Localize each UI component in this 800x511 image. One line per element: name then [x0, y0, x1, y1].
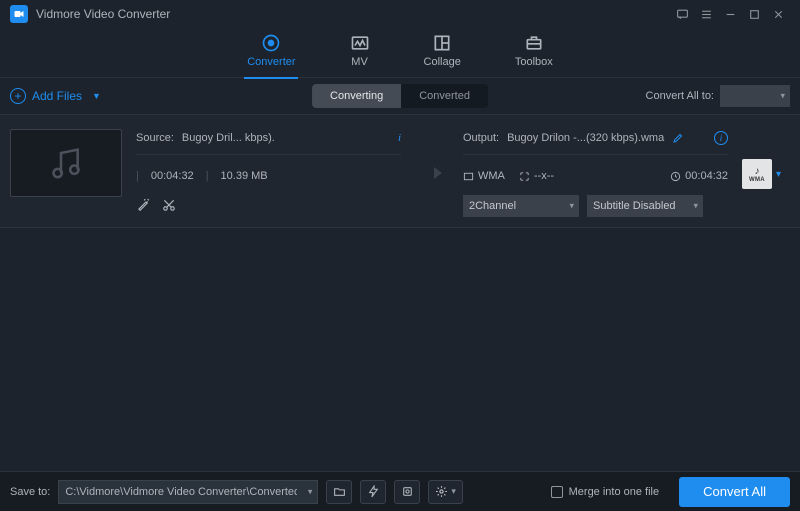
- lightning-off-icon[interactable]: [360, 480, 386, 504]
- source-label: Source:: [136, 132, 174, 144]
- mv-icon: [350, 33, 370, 53]
- nav-converter[interactable]: Converter: [247, 33, 295, 72]
- format-ext: WMA: [749, 177, 765, 183]
- rename-icon[interactable]: [672, 132, 684, 144]
- settings-dropdown[interactable]: ▾: [428, 480, 463, 504]
- gpu-off-icon[interactable]: [394, 480, 420, 504]
- merge-label: Merge into one file: [569, 486, 660, 498]
- source-size: 10.39 MB: [221, 170, 268, 182]
- nav-mv[interactable]: MV: [350, 33, 370, 72]
- open-folder-icon[interactable]: [326, 480, 352, 504]
- checkbox-icon: [551, 486, 563, 498]
- close-icon[interactable]: [766, 2, 790, 26]
- top-nav: Converter MV Collage Toolbox: [0, 28, 800, 78]
- output-resolution: --x--: [519, 170, 554, 182]
- arrow-icon: [415, 129, 449, 185]
- file-row: Source: Bugoy Dril... kbps). i | 00:04:3…: [0, 114, 800, 228]
- source-duration: 00:04:32: [151, 170, 194, 182]
- convert-all-to-select[interactable]: [720, 85, 790, 107]
- tab-converting[interactable]: Converting: [312, 84, 401, 108]
- format-chevron-icon[interactable]: ▾: [776, 169, 781, 180]
- convert-all-button[interactable]: Convert All: [679, 477, 790, 507]
- music-note-icon: [46, 143, 86, 183]
- toolbar: + Add Files ▼ Converting Converted Conve…: [0, 78, 800, 114]
- chevron-down-icon: ▼: [92, 91, 101, 101]
- title-bar: Vidmore Video Converter: [0, 0, 800, 28]
- plus-icon: +: [10, 88, 26, 104]
- cut-icon[interactable]: [162, 198, 176, 212]
- save-path-input[interactable]: [58, 480, 318, 504]
- add-files-label: Add Files: [32, 89, 82, 103]
- channel-select[interactable]: 2Channel: [463, 195, 579, 217]
- file-thumbnail[interactable]: [10, 129, 122, 197]
- divider: [136, 154, 401, 155]
- output-format-badge[interactable]: ♪ WMA: [742, 159, 772, 189]
- source-info-icon[interactable]: i: [398, 132, 401, 144]
- convert-all-to: Convert All to:: [646, 85, 790, 107]
- output-info-icon[interactable]: i: [714, 131, 728, 145]
- source-filename: Bugoy Dril... kbps).: [182, 132, 275, 144]
- enhance-icon[interactable]: [136, 198, 150, 212]
- source-meta: | 00:04:32 | 10.39 MB: [136, 165, 401, 187]
- output-filename: Bugoy Drilon -...(320 kbps).wma: [507, 132, 664, 144]
- source-panel: Source: Bugoy Dril... kbps). i | 00:04:3…: [136, 129, 401, 215]
- maximize-icon[interactable]: [742, 2, 766, 26]
- bottom-bar: Save to: ▾ Merge into one file Convert A…: [0, 471, 800, 511]
- app-title: Vidmore Video Converter: [36, 7, 170, 21]
- nav-toolbox[interactable]: Toolbox: [515, 33, 553, 72]
- nav-collage[interactable]: Collage: [424, 33, 461, 72]
- save-to-label: Save to:: [10, 486, 50, 498]
- app-logo-icon: [10, 5, 28, 23]
- chevron-down-icon: ▾: [451, 486, 456, 497]
- status-tabs: Converting Converted: [312, 84, 488, 108]
- output-duration: 00:04:32: [670, 170, 728, 182]
- converter-icon: [261, 33, 281, 53]
- output-panel: Output: Bugoy Drilon -...(320 kbps).wma …: [463, 129, 728, 217]
- convert-all-to-label: Convert All to:: [646, 90, 714, 102]
- gear-icon: [435, 485, 448, 498]
- note-icon: ♪: [755, 166, 760, 177]
- tab-converted[interactable]: Converted: [401, 84, 488, 108]
- output-format: WMA: [463, 170, 505, 182]
- menu-icon[interactable]: [694, 2, 718, 26]
- toolbox-icon: [524, 33, 544, 53]
- add-files-button[interactable]: + Add Files ▼: [10, 88, 101, 104]
- output-label: Output:: [463, 132, 499, 144]
- collage-icon: [432, 33, 452, 53]
- subtitle-select[interactable]: Subtitle Disabled: [587, 195, 703, 217]
- merge-checkbox[interactable]: Merge into one file: [551, 486, 660, 498]
- minimize-icon[interactable]: [718, 2, 742, 26]
- feedback-icon[interactable]: [670, 2, 694, 26]
